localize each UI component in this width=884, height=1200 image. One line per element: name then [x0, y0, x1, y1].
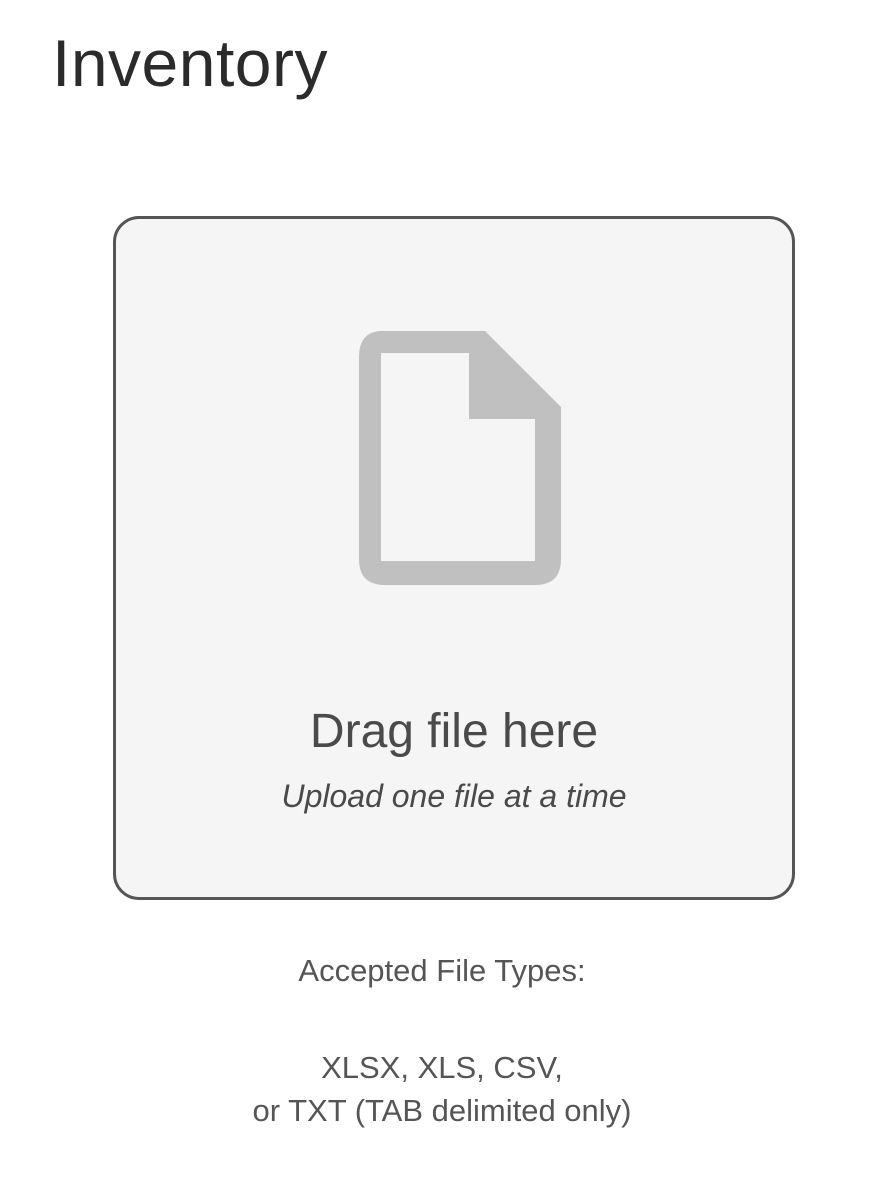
accepted-types-line-1: XLSX, XLS, CSV,: [321, 1050, 563, 1085]
page-title: Inventory: [52, 26, 328, 100]
accepted-file-types-heading: Accepted File Types:: [298, 953, 586, 988]
file-drop-zone[interactable]: Drag file here Upload one file at a time: [113, 216, 795, 900]
drop-zone-subtitle: Upload one file at a time: [281, 778, 627, 814]
drop-zone-title: Drag file here: [309, 705, 599, 758]
file-icon: [359, 331, 561, 585]
accepted-types-line-2: or TXT (TAB delimited only): [252, 1093, 632, 1129]
accepted-file-types-list: XLSX, XLS, CSV, or TXT (TAB delimited on…: [0, 1046, 884, 1133]
